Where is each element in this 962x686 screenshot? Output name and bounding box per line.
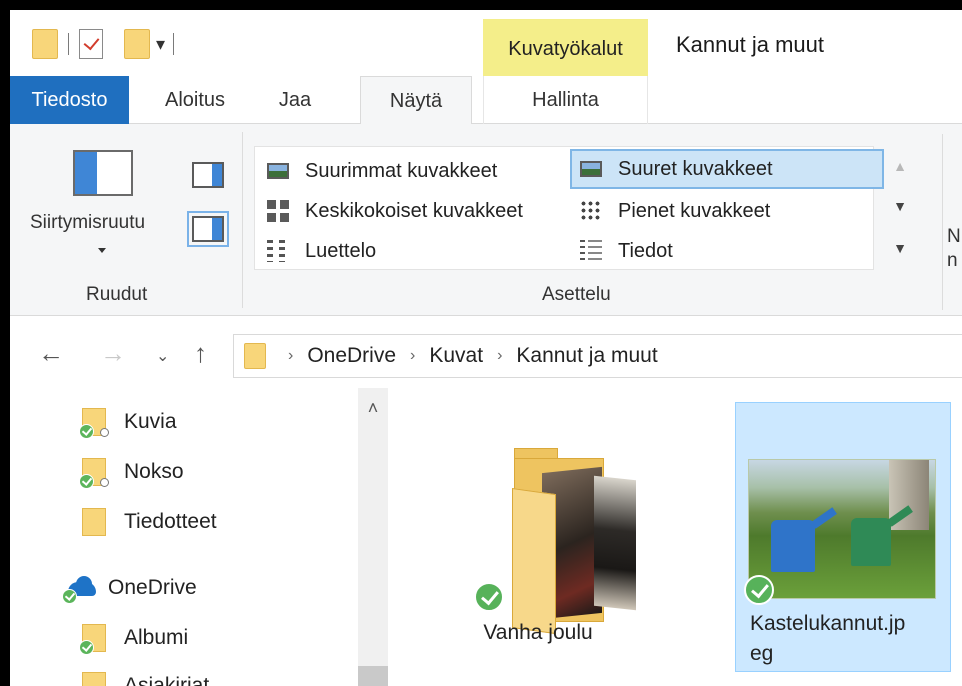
navigation-pane-icon[interactable] — [73, 150, 133, 196]
address-row: ← → ⌄ ↑ › OneDrive › Kuvat › Kannut ja m… — [10, 316, 962, 388]
file-item-image[interactable]: Kastelukannut.jp eg — [735, 402, 951, 672]
layout-group-label: Asettelu — [542, 284, 611, 305]
chevron-right-icon[interactable]: › — [288, 347, 293, 365]
next-ribbon-group[interactable]: N n — [942, 134, 962, 310]
nav-item-asiakirjat[interactable]: Asiakirjat — [82, 666, 209, 686]
toolbar-divider — [173, 33, 175, 55]
list-icon — [265, 240, 291, 262]
nav-item-tiedotteet[interactable]: Tiedotteet — [82, 502, 217, 542]
layout-extra-large-icons[interactable]: Suurimmat kuvakkeet — [259, 151, 559, 191]
shared-folder-icon — [79, 408, 109, 439]
layout-item-label: Suurimmat kuvakkeet — [305, 159, 498, 182]
layout-item-label: Luettelo — [305, 239, 377, 262]
nav-item-onedrive[interactable]: OneDrive — [62, 568, 197, 608]
new-folder-icon[interactable] — [124, 29, 150, 59]
file-name: Kastelukannut.jp — [750, 612, 906, 635]
recent-locations-chevron-icon[interactable]: ⌄ — [156, 346, 169, 366]
folder-icon — [82, 672, 106, 686]
picture-tools-label: Kuvatyökalut — [508, 38, 623, 60]
scroll-up-icon[interactable]: ▲ — [886, 146, 914, 186]
image-thumbnail — [748, 459, 936, 599]
sync-status-icon — [744, 575, 774, 605]
preview-pane-icon[interactable] — [192, 162, 224, 188]
tab-home[interactable]: Aloitus — [140, 76, 250, 124]
chevron-right-icon[interactable]: › — [410, 347, 415, 365]
file-list: Vanha joulu Kastelukannut.jp eg — [388, 388, 962, 686]
layout-gallery-scroll: ▲ ▼ ▼ — [886, 146, 914, 270]
large-icons-icon — [578, 158, 604, 180]
breadcrumb-kuvat[interactable]: Kuvat — [429, 344, 483, 368]
tab-file[interactable]: Tiedosto — [10, 76, 129, 124]
nav-item-label: Albumi — [124, 626, 189, 649]
expand-gallery-icon[interactable]: ▼ — [886, 228, 914, 268]
customize-toolbar-icon[interactable]: ▾ — [156, 34, 165, 55]
onedrive-cloud-icon — [62, 576, 96, 604]
file-item-folder[interactable]: Vanha joulu — [428, 408, 668, 666]
navigation-pane-scrollbar[interactable]: ˄ — [358, 388, 388, 686]
nav-item-kuvia[interactable]: Kuvia — [79, 402, 177, 442]
photo-folder-icon — [512, 448, 636, 635]
details-icon — [578, 240, 604, 262]
navigation-pane: Kuvia Nokso Tiedotteet OneDrive Albumi A… — [10, 388, 358, 686]
details-pane-icon[interactable] — [187, 211, 229, 247]
tab-manage[interactable]: Hallinta — [483, 76, 648, 124]
toolbar-divider — [68, 33, 69, 55]
folder-icon — [79, 624, 106, 655]
breadcrumb-onedrive[interactable]: OneDrive — [307, 344, 396, 368]
back-arrow-icon[interactable]: ← — [38, 338, 64, 369]
layout-item-label: Suuret kuvakkeet — [618, 157, 773, 180]
scroll-up-icon[interactable]: ˄ — [358, 398, 388, 419]
nav-item-nokso[interactable]: Nokso — [79, 452, 184, 492]
chevron-down-icon[interactable] — [98, 248, 106, 253]
layout-medium-icons[interactable]: Keskikokoiset kuvakkeet — [259, 191, 569, 231]
forward-arrow-icon[interactable]: → — [100, 338, 126, 369]
sync-status-icon — [474, 582, 504, 612]
group-divider — [242, 132, 243, 308]
cut-off-label: n — [947, 250, 958, 271]
up-arrow-icon[interactable]: ↑ — [194, 338, 207, 369]
layout-item-label: Tiedot — [618, 239, 673, 262]
layout-list[interactable]: Luettelo — [259, 231, 559, 271]
file-explorer-window: ▾ Kuvatyökalut Kannut ja muut Tiedosto A… — [10, 10, 962, 686]
nav-item-label: Asiakirjat — [124, 674, 210, 686]
file-name: Vanha joulu — [483, 621, 593, 644]
ribbon-panel: Siirtymisruutu Ruudut Suurimmat kuvakkee… — [10, 124, 962, 316]
window-title: Kannut ja muut — [676, 32, 824, 57]
nav-item-label: Kuvia — [124, 410, 177, 433]
tab-view[interactable]: Näytä — [360, 76, 472, 125]
nav-item-label: OneDrive — [108, 576, 197, 599]
small-icons-icon — [578, 200, 604, 222]
layout-large-icons[interactable]: Suuret kuvakkeet — [570, 149, 884, 189]
ribbon-tabs: Tiedosto Aloitus Jaa Näytä Hallinta — [10, 76, 962, 125]
nav-item-label: Nokso — [124, 460, 184, 483]
layout-details[interactable]: Tiedot — [572, 231, 872, 271]
folder-icon[interactable] — [32, 29, 58, 59]
cut-off-label: N — [947, 226, 961, 247]
folder-icon — [82, 508, 106, 536]
title-bar: ▾ Kuvatyökalut Kannut ja muut — [10, 10, 962, 76]
layout-gallery: Suurimmat kuvakkeet Suuret kuvakkeet Kes… — [254, 146, 884, 271]
medium-icons-icon — [265, 200, 291, 222]
quick-access-toolbar: ▾ — [32, 26, 184, 62]
chevron-right-icon[interactable]: › — [497, 347, 502, 365]
folder-icon — [244, 343, 266, 369]
properties-icon[interactable] — [79, 29, 103, 59]
file-name-continued: eg — [750, 642, 774, 665]
shared-folder-icon — [79, 458, 109, 489]
nav-item-albumi[interactable]: Albumi — [79, 618, 189, 658]
tab-share[interactable]: Jaa — [260, 76, 330, 124]
scroll-down-icon[interactable]: ▼ — [886, 186, 914, 226]
breadcrumb-current[interactable]: Kannut ja muut — [516, 344, 657, 368]
address-bar[interactable]: › OneDrive › Kuvat › Kannut ja muut — [233, 334, 962, 378]
panes-group-label: Ruudut — [86, 284, 148, 305]
extra-large-icons-icon — [265, 160, 291, 182]
scrollbar-thumb[interactable] — [358, 666, 388, 686]
layout-small-icons[interactable]: Pienet kuvakkeet — [572, 191, 872, 231]
layout-item-label: Keskikokoiset kuvakkeet — [305, 199, 523, 222]
layout-item-label: Pienet kuvakkeet — [618, 199, 771, 222]
navigation-pane-button[interactable]: Siirtymisruutu — [30, 212, 145, 234]
nav-item-label: Tiedotteet — [124, 510, 217, 533]
